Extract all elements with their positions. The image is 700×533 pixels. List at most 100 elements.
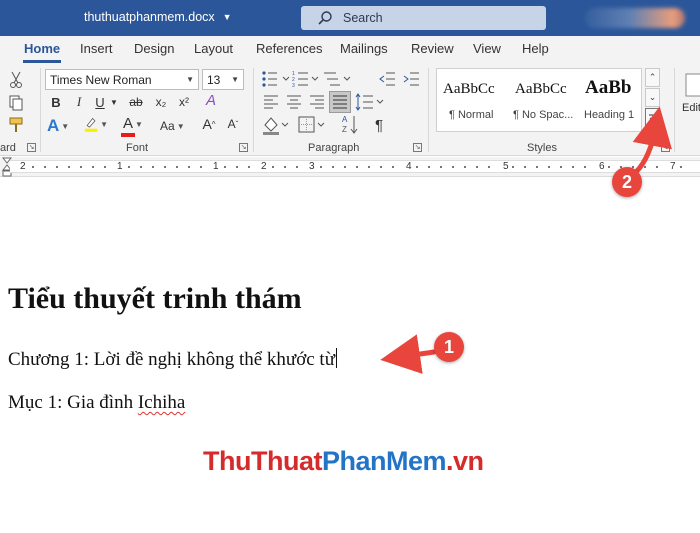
chevron-down-icon: ▼: [186, 75, 194, 84]
ruler-tick: [104, 166, 106, 168]
show-formatting-marks-button[interactable]: ¶: [371, 115, 387, 135]
callout-badge-1: 1: [434, 332, 464, 362]
ruler-tick: [80, 166, 82, 168]
chevron-down-icon: ⌄: [648, 92, 657, 102]
style-normal[interactable]: AaBbCc ¶ Normal: [437, 69, 509, 131]
shading-button[interactable]: [262, 115, 292, 135]
text-effects-button[interactable]: A ▼: [47, 116, 69, 136]
document-name-menu[interactable]: thuthuatphanmem.docx ▼: [84, 10, 232, 24]
decrease-indent-button[interactable]: [378, 70, 396, 88]
chevron-down-icon: ▼: [222, 12, 232, 22]
strikethrough-button[interactable]: ab: [128, 92, 144, 112]
search-box[interactable]: Search: [301, 6, 546, 30]
italic-button[interactable]: I: [71, 92, 87, 112]
watermark-logo: ThuThuatPhanMem.vn: [203, 446, 484, 477]
copy-icon[interactable]: [8, 94, 24, 112]
document-page[interactable]: Tiểu thuyết trinh thám Chương 1: Lời đề …: [0, 178, 700, 533]
underline-options-icon[interactable]: ▼: [106, 92, 122, 112]
editing-group-partial[interactable]: Edit: [682, 68, 700, 138]
horizontal-ruler[interactable]: 2 1 1 2 3 4 5 6 7: [0, 157, 700, 177]
styles-more-button[interactable]: [645, 108, 660, 128]
ruler-number: 6: [599, 161, 605, 172]
more-dropdown-icon: [648, 114, 657, 122]
title-bar: thuthuatphanmem.docx ▼ Search: [0, 0, 700, 36]
ruler-number: 1: [117, 161, 123, 172]
svg-text:Z: Z: [342, 125, 347, 134]
paragraph-dialog-launcher-icon[interactable]: ↘: [413, 143, 422, 152]
cut-icon[interactable]: [8, 70, 24, 90]
tab-home[interactable]: Home: [24, 41, 60, 56]
ruler-tick: [536, 166, 538, 168]
font-group-label: Font: [126, 142, 149, 154]
ruler-tick: [656, 166, 658, 168]
ruler-tick: [176, 166, 178, 168]
highlighter-icon: [84, 117, 98, 132]
ruler-track: 2 1 1 2 3 4 5 6 7: [10, 160, 700, 173]
tab-insert[interactable]: Insert: [80, 41, 113, 56]
borders-button[interactable]: [298, 115, 328, 135]
svg-text:3: 3: [292, 83, 295, 88]
tab-view[interactable]: View: [473, 41, 501, 56]
clipboard-dialog-launcher-icon[interactable]: ↘: [27, 143, 36, 152]
style-heading-1[interactable]: AaBb Heading 1: [581, 69, 643, 131]
watermark-part: .vn: [446, 446, 484, 476]
ruler-tick: [152, 166, 154, 168]
align-left-button[interactable]: [263, 94, 279, 110]
tab-design[interactable]: Design: [134, 41, 174, 56]
chapter-text: Chương 1: Lời đề nghị không thể khước từ: [8, 349, 336, 370]
ruler-tick: [428, 166, 430, 168]
document-heading[interactable]: Tiểu thuyết trinh thám: [8, 282, 302, 316]
line-spacing-button[interactable]: [355, 92, 387, 112]
section-text: Mục 1: Gia đình: [8, 392, 138, 413]
font-dialog-launcher-icon[interactable]: ↘: [239, 143, 248, 152]
style-no-spacing[interactable]: AaBbCc ¶ No Spac...: [509, 69, 581, 131]
document-paragraph-chapter[interactable]: Chương 1: Lời đề nghị không thể khước từ: [8, 348, 338, 371]
misspelled-word[interactable]: Ichiha: [138, 392, 185, 413]
grow-font-button[interactable]: A ^: [201, 114, 217, 134]
clipboard-group-label: ard: [0, 142, 16, 154]
ribbon-tabs: Home Insert Design Layout References Mai…: [0, 36, 700, 64]
ruler-tick: [320, 166, 322, 168]
tab-mailings[interactable]: Mailings: [340, 41, 388, 56]
tab-references[interactable]: References: [256, 41, 322, 56]
highlight-color-button[interactable]: ▼: [84, 114, 108, 134]
ruler-tick: [512, 166, 514, 168]
tab-layout[interactable]: Layout: [194, 41, 233, 56]
font-color-button[interactable]: A ▼: [120, 114, 146, 137]
align-center-button[interactable]: [286, 94, 302, 110]
style-sample: AaBbCc: [515, 81, 567, 97]
format-painter-icon[interactable]: [8, 116, 26, 134]
ruler-tick: [140, 166, 142, 168]
chevron-down-icon: ▼: [231, 75, 239, 84]
ruler-tick: [32, 166, 34, 168]
superscript-button[interactable]: x²: [176, 92, 192, 112]
change-case-label: Aa: [160, 119, 175, 133]
shrink-font-icon: A: [227, 117, 236, 131]
justify-button[interactable]: [329, 91, 351, 113]
paragraph-group-label: Paragraph: [308, 142, 360, 154]
subscript-button[interactable]: x₂: [153, 92, 169, 112]
bold-button[interactable]: B: [48, 92, 64, 112]
font-color-icon: A: [121, 116, 136, 137]
account-avatar[interactable]: [585, 8, 685, 28]
styles-dialog-launcher-icon[interactable]: ↘: [661, 143, 670, 152]
tab-review[interactable]: Review: [411, 41, 454, 56]
increase-indent-button[interactable]: [402, 70, 420, 88]
font-name-combo[interactable]: Times New Roman ▼: [45, 69, 199, 90]
change-case-button[interactable]: Aa ▼: [160, 116, 185, 136]
text-effects-icon: A: [47, 116, 60, 135]
align-right-button[interactable]: [309, 94, 325, 110]
styles-scroll-up-button[interactable]: ⌃: [645, 68, 660, 87]
clear-formatting-button[interactable]: A: [203, 90, 219, 110]
font-size-combo[interactable]: 13 ▼: [202, 69, 244, 90]
document-paragraph-section[interactable]: Mục 1: Gia đình Ichiha: [8, 392, 185, 414]
styles-scroll-down-button[interactable]: ⌄: [645, 88, 660, 107]
ruler-tick: [524, 166, 526, 168]
tab-help[interactable]: Help: [522, 41, 549, 56]
ruler-tick: [644, 166, 646, 168]
multilevel-list-button[interactable]: [322, 70, 358, 88]
sort-button[interactable]: A Z: [341, 114, 359, 136]
search-label: Search: [343, 11, 383, 25]
shrink-font-button[interactable]: Aˇ: [225, 114, 241, 134]
ruler-number: 5: [503, 161, 509, 172]
